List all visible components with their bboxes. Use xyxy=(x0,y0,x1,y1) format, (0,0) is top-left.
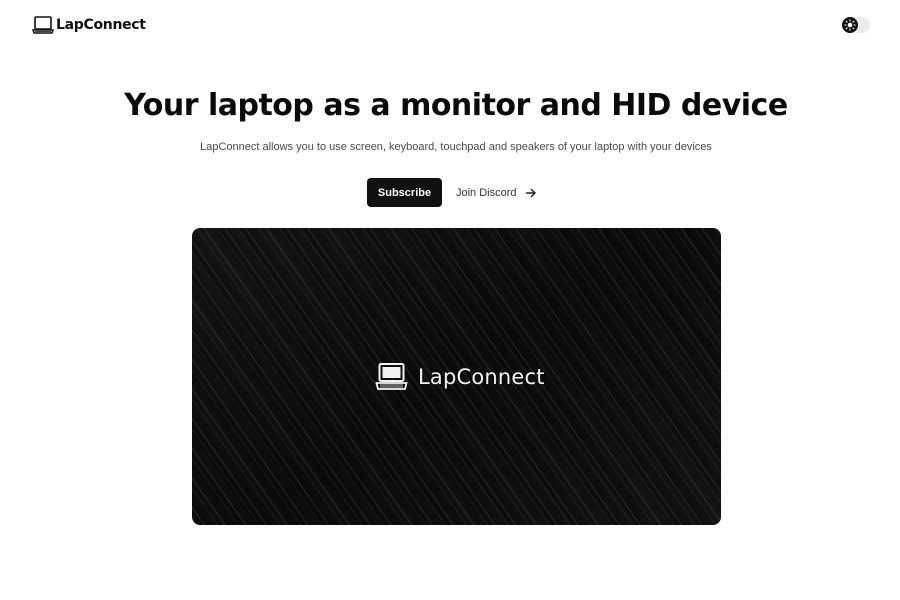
sun-icon xyxy=(844,19,856,31)
page: LapConnect Your laptop as a monitor and … xyxy=(0,0,900,600)
brand-logo-link[interactable]: LapConnect xyxy=(32,15,146,35)
theme-toggle[interactable] xyxy=(842,17,870,33)
laptop-icon xyxy=(32,16,54,34)
join-discord-link[interactable]: Join Discord xyxy=(456,187,537,199)
subscribe-button[interactable]: Subscribe xyxy=(367,178,442,207)
banner-logo: LapConnect xyxy=(375,362,545,392)
toggle-knob xyxy=(842,17,858,33)
join-discord-label: Join Discord xyxy=(456,186,517,199)
hero-subtitle: LapConnect allows you to use screen, key… xyxy=(200,141,712,153)
banner-brand-name: LapConnect xyxy=(418,365,545,389)
top-nav: LapConnect xyxy=(0,0,900,52)
laptop-icon xyxy=(375,363,408,390)
arrow-right-icon xyxy=(525,188,536,197)
cta-row: Subscribe Join Discord xyxy=(367,178,537,207)
hero-banner: LapConnect xyxy=(192,228,721,525)
brand-name: LapConnect xyxy=(56,17,146,33)
hero-title: Your laptop as a monitor and HID device xyxy=(124,88,788,123)
